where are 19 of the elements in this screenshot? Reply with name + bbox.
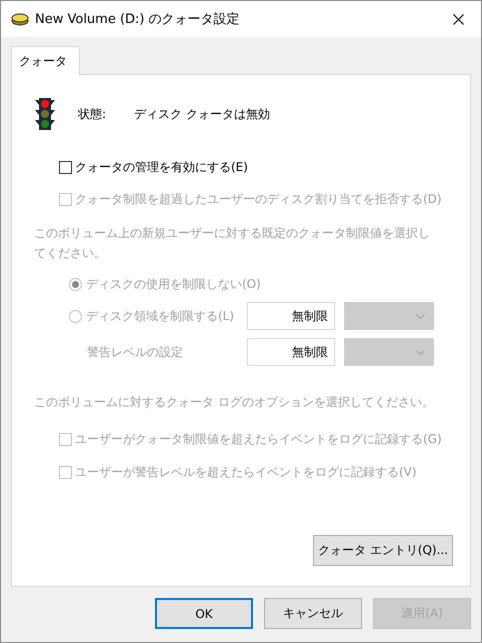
warning-level-label: 警告レベルの設定 <box>87 344 184 360</box>
drive-icon <box>11 12 29 26</box>
instruction-text: このボリューム上の新規ユーザーに対する既定のクォータ制限値を選択してください。 <box>34 225 431 262</box>
tab[interactable]: クォータ <box>11 46 80 75</box>
close-icon <box>452 14 464 24</box>
dialog-button[interactable]: キャンセル <box>264 598 362 629</box>
chevron-down-icon <box>416 314 425 318</box>
status-value: ディスク クォータは無効 <box>134 106 270 122</box>
quota-entries-button[interactable]: クォータ エントリ(Q)... <box>313 535 453 566</box>
warning-level-field[interactable]: 無制限 <box>247 338 335 366</box>
unit-dropdown[interactable] <box>344 302 434 330</box>
checkbox[interactable]: クォータの管理を有効にする(E) <box>59 157 470 177</box>
unit-dropdown[interactable] <box>344 338 434 366</box>
dialog-button[interactable]: OK <box>155 598 253 629</box>
instruction-text: このボリュームに対するクォータ ログのオプションを選択してください。 <box>34 394 434 411</box>
status-label: 状態: <box>78 106 108 122</box>
traffic-light-icon <box>34 97 56 131</box>
window-title: New Volume (D:) のクォータ設定 <box>35 11 241 28</box>
chevron-down-icon <box>416 350 425 354</box>
